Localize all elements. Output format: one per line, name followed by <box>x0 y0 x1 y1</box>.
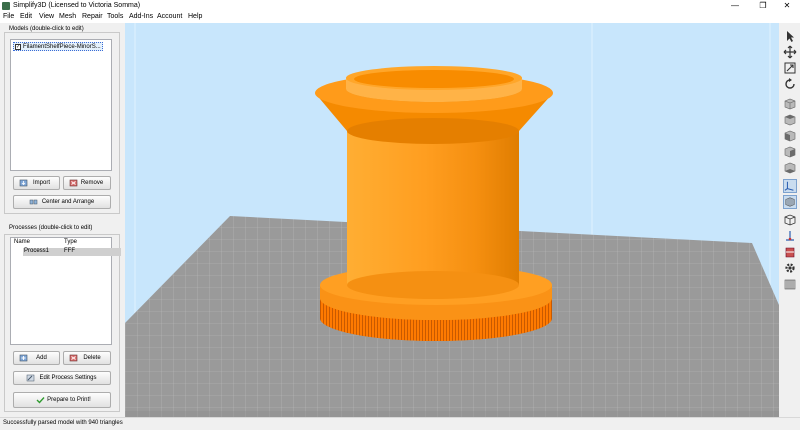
supports-icon[interactable] <box>783 277 797 291</box>
process-type: FFF <box>64 248 75 254</box>
models-panel-title: Models (double-click to edit) <box>7 26 86 32</box>
minimize-button[interactable]: — <box>722 0 748 12</box>
menu-tools[interactable]: Tools <box>107 13 123 20</box>
process-name: Process1 <box>24 248 50 254</box>
delete-icon <box>69 354 78 362</box>
view-bottom-icon[interactable] <box>783 161 797 175</box>
delete-process-button[interactable]: Delete <box>63 351 111 365</box>
model-name: FilamentShelfPiece-MinorS... <box>23 44 101 50</box>
left-panel: Models (double-click to edit) ✓ Filament… <box>0 23 124 417</box>
add-process-button[interactable]: Add <box>13 351 60 365</box>
app-logo-icon <box>2 2 10 10</box>
center-and-arrange-button[interactable]: Center and Arrange <box>13 195 111 209</box>
view-front-icon[interactable] <box>783 129 797 143</box>
menu-bar: File Edit View Mesh Repair Tools Add-Ins… <box>0 12 800 23</box>
cross-section-icon[interactable] <box>783 245 797 259</box>
import-button[interactable]: Import <box>13 176 60 190</box>
top-opening <box>354 70 514 88</box>
processes-table[interactable]: Name Type Process1 FFF <box>10 237 121 345</box>
menu-mesh[interactable]: Mesh <box>59 13 76 20</box>
view-default-icon[interactable] <box>783 97 797 111</box>
menu-file[interactable]: File <box>3 13 14 20</box>
scene-render <box>125 23 779 417</box>
menu-edit[interactable]: Edit <box>20 13 32 20</box>
title-bar: Simplify3D (Licensed to Victoria Somma) … <box>0 0 800 12</box>
origin-icon[interactable] <box>783 229 797 243</box>
prepare-to-print-button[interactable]: Prepare to Print! <box>13 392 111 408</box>
menu-view[interactable]: View <box>39 13 54 20</box>
render-solid-icon[interactable] <box>783 195 797 209</box>
rotate-icon[interactable] <box>783 77 797 91</box>
model-list-item[interactable]: ✓ FilamentShelfPiece-MinorS... <box>13 42 103 51</box>
processes-panel-title: Processes (double-click to edit) <box>7 225 95 231</box>
close-button[interactable]: ✕ <box>774 0 800 12</box>
right-toolbar <box>780 23 800 417</box>
menu-account[interactable]: Account <box>157 13 182 20</box>
remove-button[interactable]: Remove <box>63 176 111 190</box>
processes-table-header: Name Type <box>11 238 111 247</box>
window-title: Simplify3D (Licensed to Victoria Somma) <box>13 2 141 9</box>
column-type-header[interactable]: Type <box>64 239 77 245</box>
menu-repair[interactable]: Repair <box>82 13 103 20</box>
import-icon <box>19 179 28 187</box>
maximize-button[interactable]: ❐ <box>750 0 776 12</box>
cone-lower-edge <box>347 118 519 144</box>
print-check-icon <box>36 397 45 404</box>
model-visible-checkbox[interactable]: ✓ <box>15 44 21 50</box>
edit-settings-icon <box>26 374 35 382</box>
view-side-icon[interactable] <box>783 145 797 159</box>
status-bar: Successfully parsed model with 940 trian… <box>0 417 800 430</box>
view-top-icon[interactable] <box>783 113 797 127</box>
add-icon <box>19 354 28 362</box>
column-name-header[interactable]: Name <box>14 239 30 245</box>
scale-icon[interactable] <box>783 61 797 75</box>
remove-icon <box>69 179 78 187</box>
process-row[interactable]: Process1 FFF <box>23 248 121 256</box>
3d-viewport[interactable] <box>125 23 779 417</box>
models-list[interactable]: ✓ FilamentShelfPiece-MinorS... <box>10 39 112 171</box>
build-volume-icon[interactable] <box>783 213 797 227</box>
status-message: Successfully parsed model with 940 trian… <box>3 420 123 426</box>
move-icon[interactable] <box>783 45 797 59</box>
select-arrow-icon[interactable] <box>783 29 797 43</box>
settings-gear-icon[interactable] <box>783 261 797 275</box>
menu-add-ins[interactable]: Add-Ins <box>129 13 153 20</box>
cylinder-bottom-curve <box>347 271 519 299</box>
axes-icon[interactable] <box>783 179 797 193</box>
arrange-icon <box>29 199 38 205</box>
edit-process-settings-button[interactable]: Edit Process Settings <box>13 371 111 385</box>
menu-help[interactable]: Help <box>188 13 202 20</box>
